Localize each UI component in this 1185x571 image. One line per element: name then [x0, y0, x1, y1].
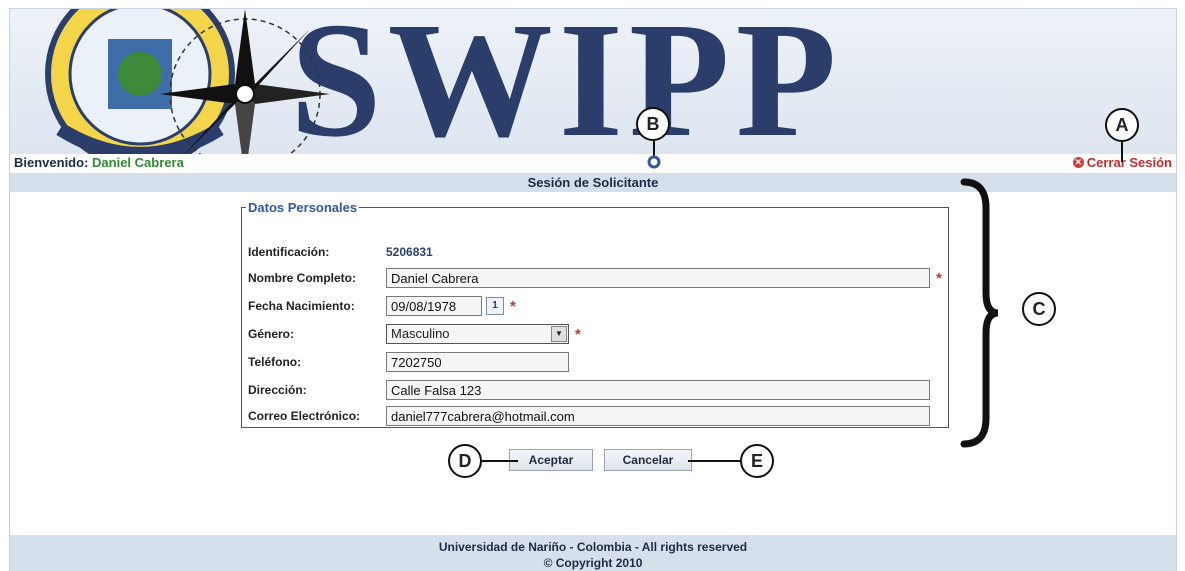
- welcome-text: Bienvenido: Daniel Cabrera: [14, 155, 184, 170]
- welcome-user: Daniel Cabrera: [92, 155, 184, 170]
- identification-label: Identificación:: [248, 245, 330, 259]
- callout-b: B: [636, 107, 670, 141]
- accept-button[interactable]: Aceptar: [509, 449, 593, 471]
- gender-label: Género:: [248, 327, 295, 341]
- row-gender: Género: Masculino ▼ *: [248, 324, 581, 344]
- email-label: Correo Electrónico:: [248, 409, 361, 423]
- footer-copyright: © Copyright 2010: [543, 556, 643, 570]
- row-phone: Teléfono:: [248, 352, 569, 372]
- row-email: Correo Electrónico:: [248, 406, 930, 426]
- fieldset-legend: Datos Personales: [248, 200, 358, 215]
- callout-c: C: [1022, 292, 1056, 326]
- loading-spinner-icon: [647, 155, 661, 169]
- compass-rose-icon: [160, 9, 330, 154]
- full-name-label: Nombre Completo:: [248, 271, 356, 285]
- welcome-bar: Bienvenido: Daniel Cabrera ✕ Cerrar Sesi…: [10, 154, 1176, 172]
- callout-e: E: [740, 444, 774, 478]
- birth-date-label: Fecha Nacimiento:: [248, 299, 355, 313]
- footer-rights: Universidad de Nariño - Colombia - All r…: [438, 540, 748, 554]
- phone-label: Teléfono:: [248, 355, 302, 369]
- required-marker: *: [936, 269, 942, 287]
- row-birth-date: Fecha Nacimiento: 1 *: [248, 296, 516, 316]
- calendar-icon[interactable]: 1: [486, 297, 504, 315]
- footer: Universidad de Nariño - Colombia - All r…: [10, 535, 1176, 571]
- gender-selected-value: Masculino: [391, 326, 450, 341]
- birth-date-input[interactable]: [386, 296, 482, 316]
- gender-select[interactable]: Masculino ▼: [386, 324, 569, 344]
- callout-a-line: [1121, 140, 1123, 162]
- welcome-label: Bienvenido:: [14, 155, 89, 170]
- brace-c-icon: [960, 178, 999, 448]
- address-input[interactable]: [386, 380, 930, 400]
- callout-d: D: [448, 444, 482, 478]
- chevron-down-icon[interactable]: ▼: [551, 326, 567, 342]
- row-identification: Identificación: 5206831: [248, 245, 433, 259]
- full-name-input[interactable]: [386, 268, 930, 288]
- phone-input[interactable]: [386, 352, 569, 372]
- required-marker: *: [510, 297, 516, 315]
- logout-label: Cerrar Sesión: [1086, 155, 1172, 170]
- row-address: Dirección:: [248, 380, 930, 400]
- callout-a: A: [1105, 108, 1139, 142]
- row-full-name: Nombre Completo: *: [248, 268, 942, 288]
- header-banner: SWIPP: [10, 9, 1176, 154]
- personal-data-fieldset: Datos Personales Identificación: 5206831…: [241, 200, 949, 428]
- identification-value: 5206831: [386, 245, 433, 259]
- required-marker: *: [575, 325, 581, 343]
- callout-e-line: [688, 460, 740, 462]
- email-input[interactable]: [386, 406, 930, 426]
- session-title-bar: Sesión de Solicitante: [10, 173, 1176, 192]
- address-label: Dirección:: [248, 383, 307, 397]
- cancel-button[interactable]: Cancelar: [604, 449, 692, 471]
- close-circle-icon: ✕: [1072, 157, 1084, 168]
- callout-d-line: [482, 460, 518, 462]
